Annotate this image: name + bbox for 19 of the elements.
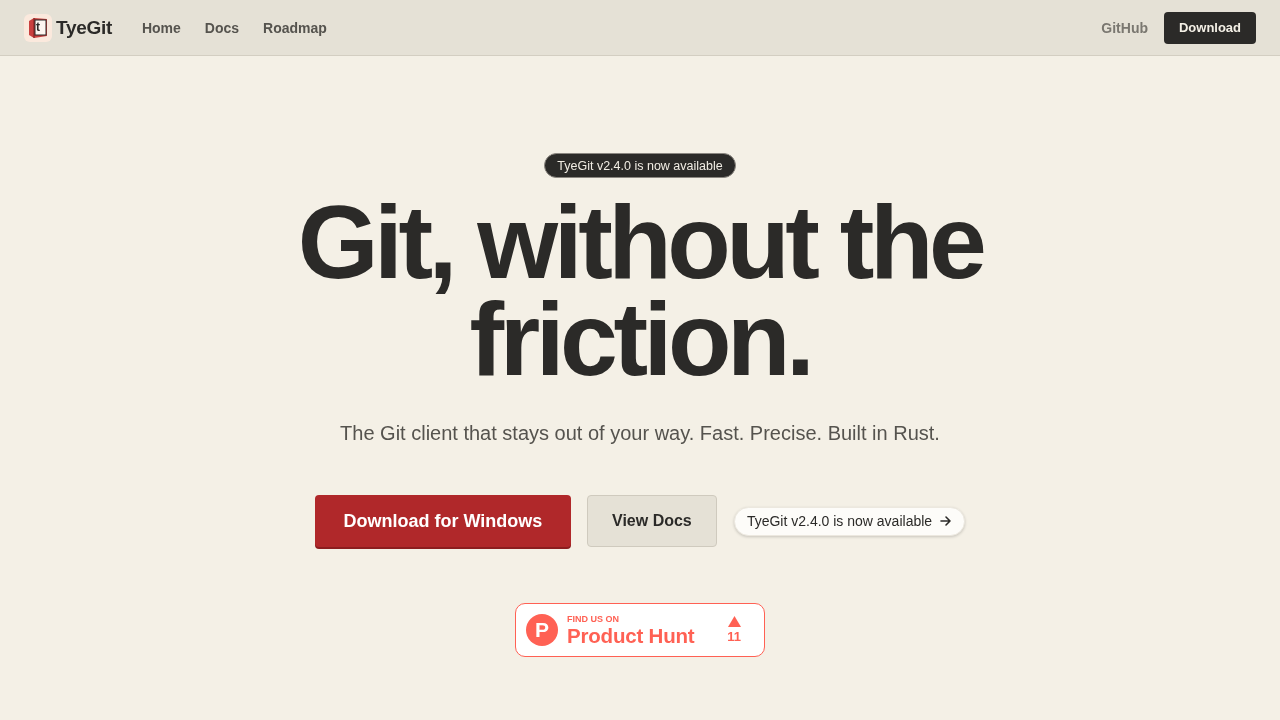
- download-button[interactable]: Download: [1164, 11, 1256, 44]
- product-hunt-logo-icon: P: [526, 614, 558, 646]
- nav-link[interactable]: Roadmap: [263, 19, 327, 36]
- nav-link[interactable]: Docs: [204, 19, 240, 36]
- cube-logo-icon: t: [24, 13, 52, 42]
- release-link[interactable]: TyeGit v2.4.0 is now available: [733, 506, 966, 536]
- upvote-count: 11: [727, 630, 741, 644]
- github-link[interactable]: GitHub: [1101, 19, 1148, 36]
- arrow-right-icon: [940, 515, 953, 527]
- announcement-pill: TyeGit v2.4.0 is now available: [544, 153, 736, 178]
- download-for-windows-button[interactable]: Download for Windows: [314, 495, 571, 547]
- badge-kicker: FIND US ON: [567, 613, 620, 624]
- view-docs-button[interactable]: View Docs: [586, 495, 717, 547]
- badge-title: Product Hunt: [567, 623, 696, 647]
- brand-name: TyeGit: [56, 16, 112, 39]
- hero-subtitle: The Git client that stays out of your way. Fast. Precise. Built in Rust.: [340, 421, 940, 446]
- hero-headline: Git, without the friction.: [296, 194, 984, 388]
- upvote-triangle-icon: [727, 616, 741, 627]
- nav-link[interactable]: Home: [141, 19, 181, 36]
